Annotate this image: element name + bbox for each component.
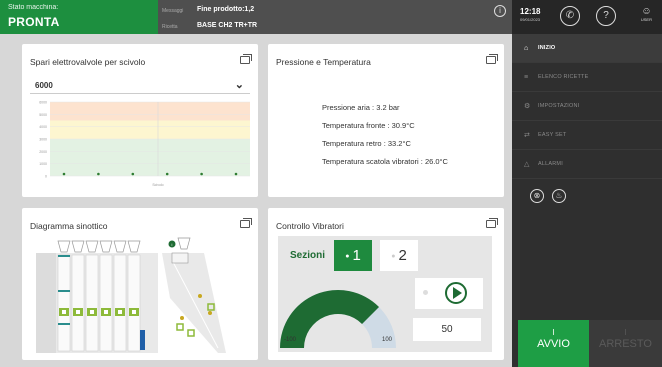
card-diagramma-sinottico: Diagramma sinottico i: [22, 208, 258, 360]
data-point: [62, 172, 66, 176]
nav-label: EASY SET: [538, 132, 567, 138]
nav-item-elenco-ricette[interactable]: ≡ ELENCO RICETTE: [512, 63, 662, 92]
dropdown-value: 6000: [35, 81, 53, 90]
home-icon: ⌂: [524, 44, 529, 52]
data-point: [234, 172, 238, 176]
vibration-value-display[interactable]: 50: [413, 318, 481, 341]
threshold-band-1: [50, 120, 250, 139]
threshold-band-2: [50, 139, 250, 176]
arresto-bar-icon: I: [624, 328, 627, 337]
data-point: [200, 172, 203, 176]
sezioni-label: Sezioni: [290, 250, 326, 261]
phone-icon[interactable]: ✆: [560, 6, 580, 26]
alarm-bell-icon: △: [524, 161, 530, 168]
vibrator-control-area: Sezioni ● 1 ● 2 -100 100 50: [278, 236, 492, 352]
card-title: Pressione e Temperatura: [276, 57, 371, 67]
y-tick-label: 1000: [39, 162, 47, 166]
card-pressione-temperatura: Pressione e Temperatura Pressione aria :…: [268, 44, 504, 197]
expand-window-icon[interactable]: [486, 54, 498, 64]
avvio-button[interactable]: I AVVIO: [518, 320, 589, 367]
y-tick-label: 3000: [39, 138, 47, 142]
help-icon[interactable]: ?: [596, 6, 616, 26]
user-icon: ☺: [641, 6, 652, 17]
y-tick-label: 2000: [39, 150, 47, 154]
gear-icon: ⚙: [524, 103, 531, 110]
top-status-bar: Stato macchina: PRONTA Messaggi Fine pro…: [0, 0, 512, 34]
vibration-gauge: [280, 289, 396, 348]
arresto-label: ARRESTO: [599, 338, 652, 350]
play-control: [415, 278, 483, 309]
unselected-dot-icon: ●: [391, 252, 396, 260]
cancel-circle-icon[interactable]: ⊗: [530, 189, 544, 203]
data-point: [165, 172, 169, 176]
easy-set-icon: ⇄: [524, 132, 531, 139]
clock: 12:18 09/01/2023: [520, 7, 540, 22]
clock-date: 09/01/2023: [520, 17, 541, 22]
svg-text:i: i: [172, 242, 173, 247]
selected-dot-icon: ●: [345, 252, 350, 260]
ricetta-label: Ricetta: [162, 24, 178, 30]
y-tick-label: 5000: [39, 113, 47, 117]
heater-icon[interactable]: ♨: [552, 189, 566, 203]
expand-window-icon[interactable]: [240, 54, 252, 64]
nav-label: IMPOSTAZIONI: [538, 103, 580, 109]
nav-label: INIZIO: [538, 45, 556, 51]
status-label: Stato macchina:: [8, 4, 59, 11]
data-point: [97, 172, 100, 176]
spari-chart: 6000 5000 4000 3000 2000 1000 0 Scivolo: [39, 101, 250, 187]
mini-icon-row: ⊗ ♨: [512, 179, 662, 213]
temperatura-scatola-vibratori: Temperatura scatola vibratori : 26.0°C: [322, 157, 448, 166]
gauge-min-label: -100: [284, 337, 297, 343]
play-icon[interactable]: [445, 282, 467, 304]
avvio-label: AVVIO: [537, 338, 570, 350]
gauge-max-label: 100: [382, 337, 393, 343]
chevron-down-icon: ⌄: [234, 79, 244, 91]
expand-window-icon[interactable]: [486, 218, 498, 228]
card-title: Controllo Vibratori: [276, 221, 344, 231]
nav-menu: ⌂ INIZIO ≡ ELENCO RICETTE ⚙ IMPOSTAZIONI…: [512, 34, 662, 179]
info-icon[interactable]: i: [494, 5, 506, 17]
sezione-2-button[interactable]: ● 2: [380, 240, 418, 271]
status-dot-icon: [423, 290, 428, 295]
nav-item-allarmi[interactable]: △ ALLARMI: [512, 150, 662, 179]
user-label: USER: [640, 17, 652, 22]
pressione-aria: Pressione aria : 3.2 bar: [322, 103, 400, 112]
card-title: Spari elettrovalvole per scivolo: [30, 57, 146, 67]
valve-count-dropdown[interactable]: 6000 ⌄: [30, 78, 250, 94]
sezione-1-label: 1: [352, 247, 361, 264]
nav-label: ELENCO RICETTE: [538, 74, 589, 80]
sezione-1-button[interactable]: ● 1: [334, 240, 372, 271]
list-icon: ≡: [524, 73, 529, 81]
data-point: [131, 172, 135, 176]
arresto-button[interactable]: I ARRESTO: [589, 320, 662, 367]
avvio-bar-icon: I: [552, 328, 555, 337]
temperatura-retro: Temperatura retro : 33.2°C: [322, 139, 411, 148]
status-value: PRONTA: [8, 15, 60, 29]
nav-item-impostazioni[interactable]: ⚙ IMPOSTAZIONI: [512, 92, 662, 121]
message-value: Fine prodotto:1,2: [197, 6, 255, 13]
card-controllo-vibratori: Controllo Vibratori Sezioni ● 1 ● 2 -100 1…: [268, 208, 504, 360]
y-tick-label: 0: [45, 175, 47, 179]
sezione-2-label: 2: [398, 247, 407, 264]
y-tick-label: 6000: [39, 101, 47, 105]
ricetta-value: BASE CH2 TR+TR: [197, 22, 258, 29]
card-spari-elettrovalvole: Spari elettrovalvole per scivolo 6000 ⌄ …: [22, 44, 258, 197]
y-tick-label: 4000: [39, 125, 47, 129]
message-label: Messaggi: [162, 8, 184, 14]
nav-item-easy-set[interactable]: ⇄ EASY SET: [512, 121, 662, 150]
threshold-band-0: [50, 102, 250, 121]
nav-item-inizio[interactable]: ⌂ INIZIO: [512, 34, 662, 63]
user-button[interactable]: ☺ USER: [641, 6, 652, 22]
right-panel: 12:18 09/01/2023 ✆ ? ☺ USER ⌂ INIZIO ≡ E…: [512, 0, 662, 367]
synoptic-diagram: i: [36, 237, 226, 353]
clock-time: 12:18: [520, 7, 541, 16]
temperatura-fronte: Temperatura fronte : 30.9°C: [322, 121, 415, 130]
x-axis-label: Scivolo: [152, 183, 163, 187]
nav-label: ALLARMI: [538, 161, 563, 167]
machine-status-box: Stato macchina: PRONTA: [0, 0, 158, 34]
right-header: 12:18 09/01/2023 ✆ ? ☺ USER: [512, 0, 662, 34]
